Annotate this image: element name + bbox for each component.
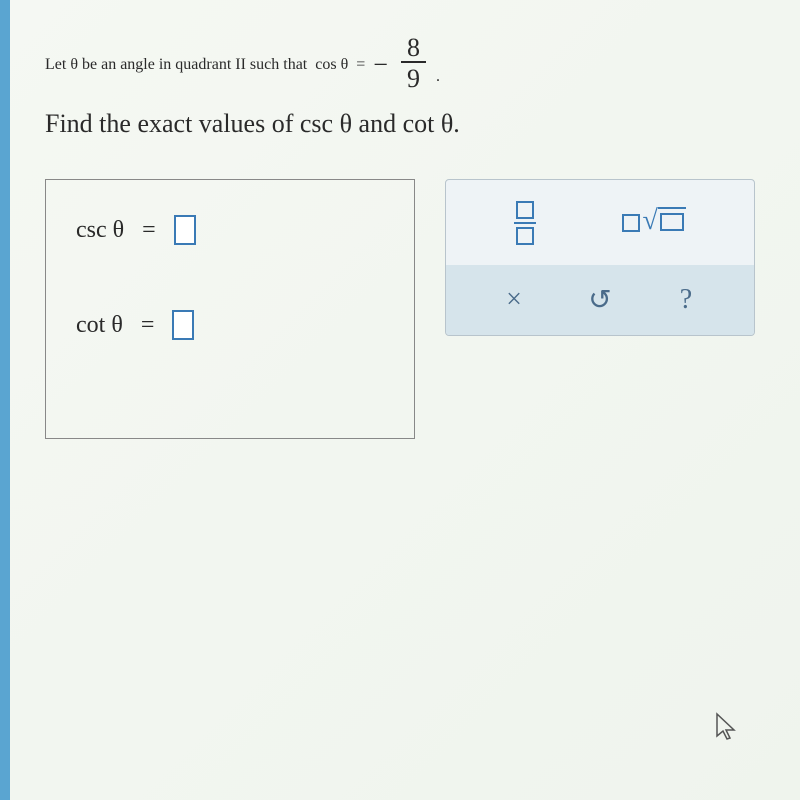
- period: .: [436, 68, 440, 86]
- problem-line-2: Find the exact values of csc θ and cot θ…: [45, 109, 755, 139]
- fraction-denominator: 9: [401, 63, 426, 94]
- csc-input[interactable]: [174, 215, 196, 245]
- help-button[interactable]: ?: [671, 285, 701, 315]
- answer-box: csc θ = cot θ =: [45, 179, 415, 439]
- equals-sign: =: [356, 56, 365, 74]
- problem-text-prefix: Let θ be an angle in quadrant II such th…: [45, 56, 307, 74]
- fraction-8-9: 8 9: [401, 35, 426, 94]
- fraction-tool-num-icon: [516, 201, 534, 219]
- problem-line-1: Let θ be an angle in quadrant II such th…: [45, 35, 755, 94]
- undo-button[interactable]: ↺: [585, 285, 615, 315]
- equals-sign: =: [142, 217, 156, 244]
- fraction-tool-button[interactable]: [514, 201, 536, 245]
- csc-label: csc θ: [76, 217, 124, 244]
- clear-button[interactable]: ×: [499, 285, 529, 315]
- cot-label: cot θ: [76, 312, 123, 339]
- help-icon: ?: [680, 284, 692, 316]
- csc-answer-row: csc θ =: [76, 215, 384, 245]
- cot-input[interactable]: [172, 310, 194, 340]
- math-toolbar: √ × ↺ ?: [445, 179, 755, 336]
- x-icon: ×: [506, 284, 522, 316]
- toolbar-row-formats: √: [446, 180, 754, 265]
- minus-sign: −: [373, 50, 388, 80]
- fraction-tool-den-icon: [516, 227, 534, 245]
- sqrt-coef-box-icon: [622, 214, 640, 232]
- sqrt-symbol-icon: √: [642, 207, 685, 238]
- cos-theta-label: cos θ: [315, 56, 348, 74]
- sqrt-tool-button[interactable]: √: [622, 207, 685, 238]
- undo-icon: ↺: [588, 283, 611, 317]
- toolbar-row-actions: × ↺ ?: [446, 265, 754, 335]
- cot-answer-row: cot θ =: [76, 310, 384, 340]
- cursor-icon: [714, 712, 740, 750]
- fraction-tool-bar-icon: [514, 222, 536, 224]
- fraction-numerator: 8: [401, 35, 426, 63]
- equals-sign: =: [141, 312, 155, 339]
